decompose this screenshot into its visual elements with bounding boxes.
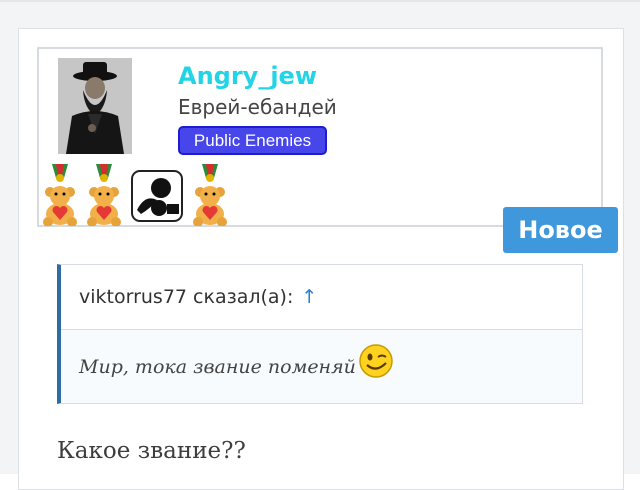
new-post-badge: Новое bbox=[503, 207, 618, 253]
quote-text: Мир, тока звание поменяй bbox=[79, 355, 356, 378]
quote-body: Мир, тока звание поменяй bbox=[61, 330, 582, 403]
quote-header: viktorrus77 сказал(а): ↑ bbox=[61, 265, 582, 330]
teddy-bear-medal-icon[interactable] bbox=[40, 164, 80, 230]
post-message-text: Какое звание?? bbox=[57, 438, 246, 464]
quote-author[interactable]: viktorrus77 сказал(а): bbox=[79, 286, 293, 308]
quote-block: viktorrus77 сказал(а): ↑ Мир, тока звани… bbox=[57, 264, 583, 404]
username[interactable]: Angry_jew bbox=[178, 62, 317, 90]
top-divider bbox=[0, 0, 640, 2]
user-avatar[interactable] bbox=[58, 58, 132, 154]
jump-to-quote-arrow-icon[interactable]: ↑ bbox=[301, 286, 317, 308]
man-with-hat-avatar bbox=[58, 58, 132, 154]
teddy-bear-medal-icon[interactable] bbox=[84, 164, 124, 230]
emoticon-award-icon[interactable] bbox=[131, 170, 183, 226]
user-title: Еврей-ебандей bbox=[178, 95, 337, 119]
teddy-bear-medal-icon[interactable] bbox=[190, 164, 230, 230]
group-badge: Public Enemies bbox=[178, 126, 327, 155]
wink-smiley-icon bbox=[358, 343, 394, 384]
